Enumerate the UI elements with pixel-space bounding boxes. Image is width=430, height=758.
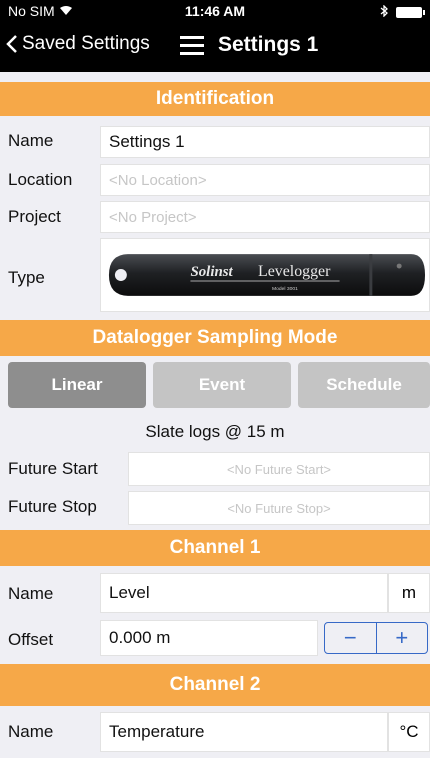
channel-2-header: Channel 2 [0,664,430,706]
channel-2-name-field[interactable]: Temperature [100,712,388,752]
identification-header: Identification [0,82,430,116]
sampling-summary: Slate logs @ 15 m [145,422,285,441]
channel-1-name-field[interactable]: Level [100,573,388,613]
type-selector[interactable]: Solinst Levelogger Model 3001 [100,238,430,312]
name-field[interactable]: Settings 1 [100,126,430,158]
offset-stepper: − + [324,622,428,654]
future-start-placeholder: <No Future Start> [226,461,332,477]
channel-1-offset-label: Offset [8,630,54,649]
location-placeholder: <No Location> [109,171,207,189]
project-label: Project [8,207,61,226]
name-label: Name [8,131,54,150]
clock: 11:46 AM [184,3,246,19]
project-placeholder: <No Project> [109,208,197,226]
channel-2-name-label: Name [8,722,54,741]
device-brand: Solinst [190,264,233,280]
page-title: Settings 1 [218,33,319,56]
tab-linear[interactable]: Linear [8,362,146,408]
type-label: Type [8,268,45,287]
future-start-field[interactable]: <No Future Start> [128,452,430,486]
status-bar: No SIM 11:46 AM [0,0,430,22]
channel-1-offset-field[interactable]: 0.000 m [100,620,318,656]
battery-icon [396,6,425,18]
device-model: Model 3001 [272,286,298,292]
back-label: Saved Settings [22,33,150,54]
device-name: Levelogger [258,263,331,280]
bluetooth-icon [380,4,388,20]
sampling-mode-tabs: Linear Event Schedule [0,362,430,408]
channel-1-name-label: Name [8,584,54,603]
future-start-label: Future Start [8,459,98,478]
channel-2-unit[interactable]: °C [388,712,430,752]
channel-1-header: Channel 1 [0,530,430,566]
navigation-bar: Saved Settings Settings 1 [0,22,430,72]
sampling-mode-header: Datalogger Sampling Mode [0,320,430,356]
back-button[interactable]: Saved Settings [6,33,150,55]
levelogger-device-image: Solinst Levelogger Model 3001 [108,254,426,296]
decrement-button[interactable]: − [325,623,377,653]
future-stop-label: Future Stop [8,497,97,516]
hamburger-menu-icon[interactable] [180,36,204,56]
location-field[interactable]: <No Location> [100,164,430,196]
increment-button[interactable]: + [377,623,428,653]
chevron-left-icon [6,35,17,53]
project-field[interactable]: <No Project> [100,201,430,233]
location-label: Location [8,170,73,189]
tab-schedule[interactable]: Schedule [298,362,430,408]
tab-event[interactable]: Event [153,362,291,408]
channel-1-unit[interactable]: m [388,573,430,613]
future-stop-field[interactable]: <No Future Stop> [128,491,430,525]
future-stop-placeholder: <No Future Stop> [227,500,331,516]
